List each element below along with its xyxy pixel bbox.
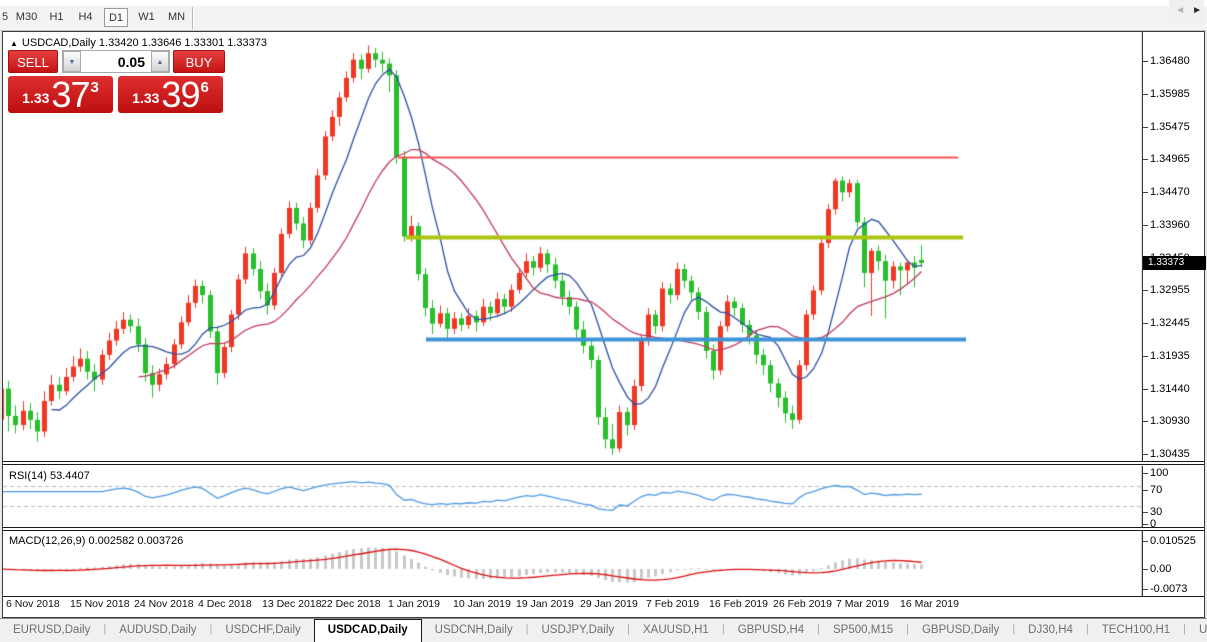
price-axis-label: 1.30435 (1150, 448, 1190, 460)
date-axis-label: 22 Dec 2018 (321, 598, 381, 610)
macd-indicator-label: MACD(12,26,9) 0.002582 0.003726 (9, 535, 183, 547)
sell-price-sup: 3 (90, 79, 98, 96)
tab-usdchf-daily[interactable]: USDCHF,Daily (212, 619, 313, 642)
rsi-chart-canvas[interactable] (3, 466, 1143, 527)
timeframe-toolbar: 5M30 H1 H4 D1 W1 MN (0, 0, 1207, 31)
rsi-axis-label: 30 (1150, 506, 1162, 518)
tab-gbpusd-h4[interactable]: GBPUSD,H4 (725, 619, 817, 642)
tab-usdcad-daily[interactable]: USDCAD,Daily (314, 619, 422, 642)
timeframe-button-H4[interactable]: H4 (74, 8, 97, 27)
rsi-axis-label: 100 (1150, 467, 1168, 479)
tab-audusd-daily[interactable]: AUDUSD,Daily (106, 619, 209, 642)
rsi-axis-label: 0 (1150, 518, 1156, 530)
tab-scroll-arrows: ◄► (1169, 0, 1204, 24)
chart-tab-bar: EURUSD,Daily|AUDUSD,Daily|USDCHF,DailyUS… (0, 618, 1207, 642)
timeframe-button-M30[interactable]: M30 (13, 8, 40, 27)
price-axis-label: 1.35475 (1150, 121, 1190, 133)
date-axis-label: 19 Jan 2019 (516, 598, 574, 610)
date-axis-label: 1 Jan 2019 (388, 598, 440, 610)
date-axis-label: 16 Feb 2019 (709, 598, 768, 610)
tab-tech100-h1[interactable]: TECH100,H1 (1089, 619, 1183, 642)
tab-usdcnh-daily[interactable]: USDCNH,Daily (422, 619, 526, 642)
timeframe-button-H1[interactable]: H1 (45, 8, 68, 27)
rsi-indicator-label: RSI(14) 53.4407 (9, 470, 90, 482)
date-axis-label: 10 Jan 2019 (453, 598, 511, 610)
volume-increase-icon[interactable]: ▲ (151, 51, 169, 72)
tab-gbpusd-daily[interactable]: GBPUSD,Daily (909, 619, 1012, 642)
price-axis-label: 1.31935 (1150, 350, 1190, 362)
date-axis-label: 4 Dec 2018 (198, 598, 252, 610)
buy-price-prefix: 1.33 (132, 90, 159, 106)
price-axis-label: 1.34470 (1150, 186, 1190, 198)
tab-ul[interactable]: Ul (1186, 619, 1207, 642)
buy-price-tile[interactable]: 1.33 39 6 (118, 76, 223, 113)
price-axis-label: 1.36480 (1150, 55, 1190, 67)
timeframe-button-5[interactable]: 5 (0, 8, 10, 27)
tab-dj30-h4[interactable]: DJ30,H4 (1015, 619, 1086, 642)
price-axis-label: 1.33960 (1150, 219, 1190, 231)
ohlc-high: 1.33646 (142, 37, 182, 49)
ohlc-close: 1.33373 (227, 37, 267, 49)
price-axis-label: 1.34965 (1150, 153, 1190, 165)
tab-scroll-right-icon[interactable]: ► (1192, 5, 1202, 16)
date-axis-label: 26 Feb 2019 (773, 598, 832, 610)
macd-axis-label: -0.0073 (1150, 583, 1187, 595)
macd-axis-label: 0.00 (1150, 563, 1171, 575)
date-axis-label: 6 Nov 2018 (6, 598, 60, 610)
price-axis-label: 1.32445 (1150, 317, 1190, 329)
date-axis-label: 15 Nov 2018 (70, 598, 130, 610)
tab-usdjpy-daily[interactable]: USDJPY,Daily (528, 619, 627, 642)
macd-axis-label: 0.010525 (1150, 535, 1196, 547)
timeframe-button-W1[interactable]: W1 (135, 8, 158, 27)
volume-decrease-icon[interactable]: ▼ (63, 51, 81, 72)
tab-eurusd-daily[interactable]: EURUSD,Daily (0, 619, 103, 642)
sell-price-big: 37 (51, 77, 89, 113)
date-axis-label: 7 Feb 2019 (646, 598, 699, 610)
rsi-axis-label: 70 (1150, 484, 1162, 496)
timeframe-button-D1[interactable]: D1 (104, 8, 128, 27)
chart-window: ▲USDCAD,Daily1.334201.336461.333011.3337… (2, 31, 1205, 618)
date-axis-label: 13 Dec 2018 (262, 598, 322, 610)
price-axis-label: 1.31440 (1150, 383, 1190, 395)
volume-input[interactable]: 0.05 (81, 51, 151, 72)
tab-xauusd-h1[interactable]: XAUUSD,H1 (630, 619, 722, 642)
volume-spinner: ▼ 0.05 ▲ (62, 50, 170, 73)
tab-sp500-m15[interactable]: SP500,M15 (820, 619, 906, 642)
tab-scroll-left-icon[interactable]: ◄ (1175, 5, 1185, 16)
sell-price-prefix: 1.33 (22, 90, 49, 106)
collapse-triangle-icon[interactable]: ▲ (10, 39, 18, 48)
current-price-tag: 1.33373 (1143, 256, 1206, 270)
date-axis-label: 16 Mar 2019 (900, 598, 959, 610)
date-axis-label: 24 Nov 2018 (134, 598, 194, 610)
menu-strip (0, 0, 1207, 6)
ohlc-open: 1.33420 (99, 37, 139, 49)
price-axis-label: 1.35985 (1150, 88, 1190, 100)
chart-symbol: USDCAD,Daily (22, 37, 96, 49)
sell-button[interactable]: SELL (8, 50, 58, 73)
pane-border (3, 596, 1204, 597)
price-axis-label: 1.32955 (1150, 284, 1190, 296)
date-axis-label: 29 Jan 2019 (580, 598, 638, 610)
sell-price-tile[interactable]: 1.33 37 3 (8, 76, 113, 113)
price-axis-label: 1.30930 (1150, 415, 1190, 427)
date-axis-label: 7 Mar 2019 (836, 598, 889, 610)
pane-separator[interactable] (3, 461, 1204, 465)
timeframe-button-MN[interactable]: MN (164, 8, 189, 27)
buy-price-sup: 6 (200, 79, 208, 96)
toolbar-separator (192, 7, 194, 29)
buy-button[interactable]: BUY (173, 50, 225, 73)
chart-title: ▲ USDCAD,Daily1.334201.336461.333011.3337… (10, 37, 270, 49)
buy-price-big: 39 (161, 77, 199, 113)
ohlc-low: 1.33301 (184, 37, 224, 49)
